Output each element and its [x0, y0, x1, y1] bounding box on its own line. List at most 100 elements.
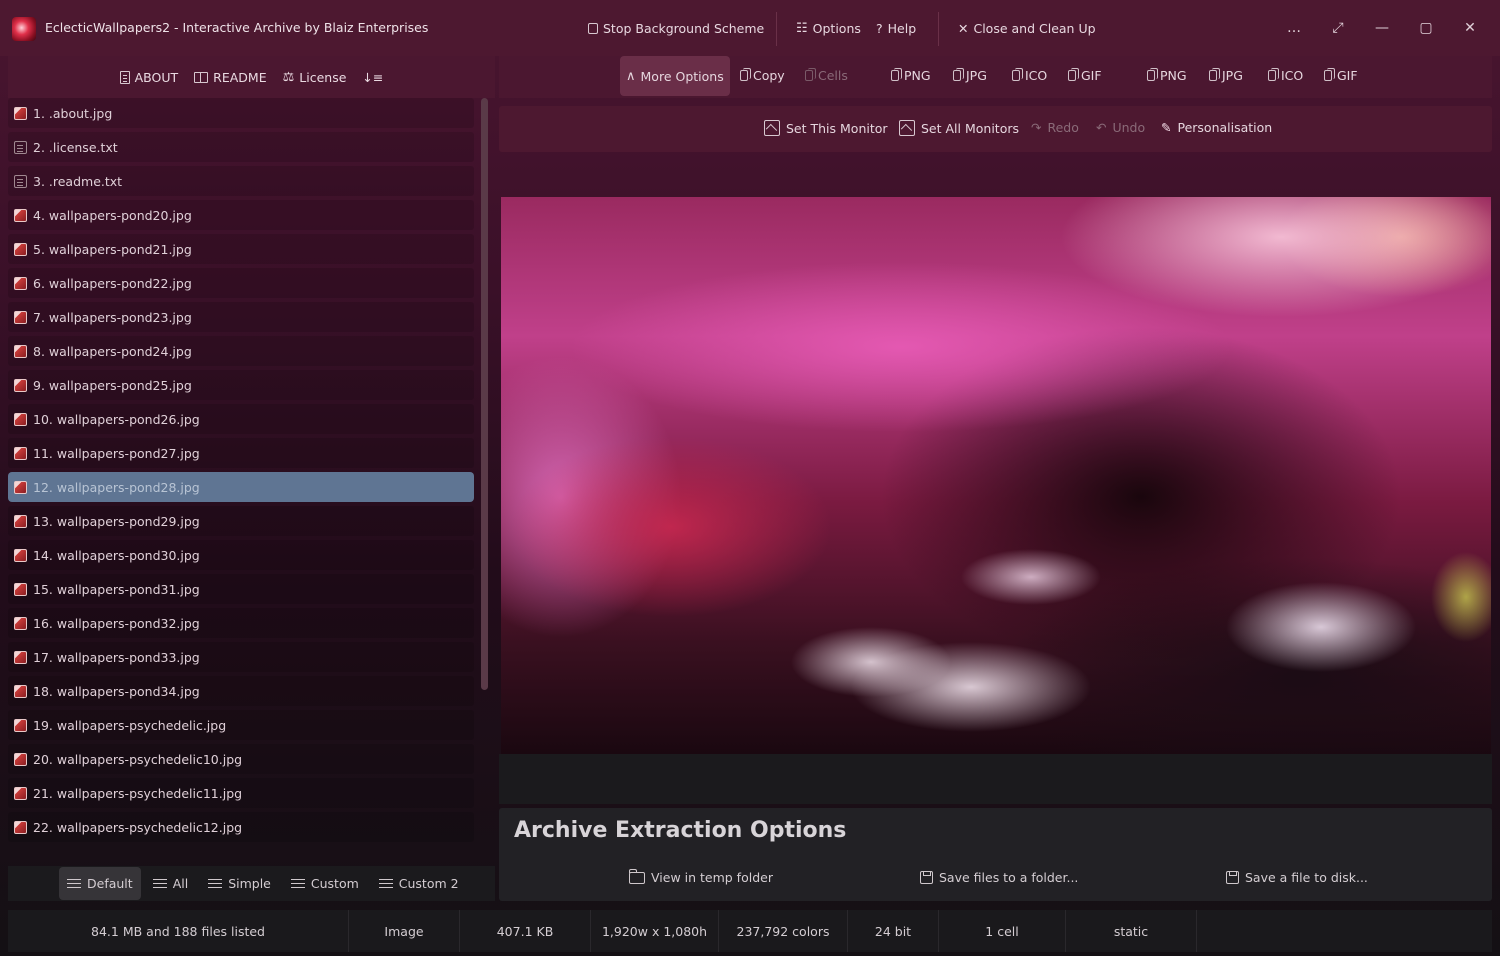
file-list-item[interactable]: 3. .readme.txt [8, 166, 474, 196]
file-list-item[interactable]: 12. wallpapers-pond28.jpg [8, 472, 474, 502]
file-list-item[interactable]: 5. wallpapers-pond21.jpg [8, 234, 474, 264]
save-files-to-folder-button[interactable]: Save files to a folder... [920, 870, 1078, 885]
file-list-item[interactable]: 14. wallpapers-pond30.jpg [8, 540, 474, 570]
maximize-icon[interactable]: ▢ [1414, 16, 1438, 40]
picture-icon [899, 120, 915, 136]
copy-icon [953, 68, 964, 81]
file-list-item[interactable]: 17. wallpapers-pond33.jpg [8, 642, 474, 672]
file-list-item[interactable]: 4. wallpapers-pond20.jpg [8, 200, 474, 230]
text-file-icon [14, 140, 27, 154]
file-list-item[interactable]: 11. wallpapers-pond27.jpg [8, 438, 474, 468]
status-dimensions: 1,920w x 1,080h [601, 923, 708, 939]
list-icon [67, 879, 81, 888]
personalisation-button[interactable]: ✎ Personalisation [1161, 120, 1272, 135]
view-in-temp-folder-button[interactable]: View in temp folder [629, 868, 773, 885]
file-list-item[interactable]: 15. wallpapers-pond31.jpg [8, 574, 474, 604]
image-file-icon [14, 718, 27, 732]
view-mode-bar: Default All Simple Custom Custom 2 [8, 866, 495, 901]
readme-button[interactable]: README [194, 70, 267, 85]
file-list: 1. .about.jpg 2. .license.txt 3. .readme.t… [8, 98, 474, 858]
status-bar: 84.1 MB and 188 files listed Image 407.1… [8, 910, 1492, 952]
file-list-item[interactable]: 22. wallpapers-psychedelic12.jpg [8, 812, 474, 842]
image-file-icon [14, 684, 27, 698]
file-list-item[interactable]: 19. wallpapers-psychedelic.jpg [8, 710, 474, 740]
file-list-item[interactable]: 21. wallpapers-psychedelic11.jpg [8, 778, 474, 808]
file-name-label: 18. wallpapers-pond34.jpg [33, 683, 200, 699]
status-colors: 237,792 colors [736, 923, 830, 939]
image-file-icon [14, 616, 27, 630]
extraction-title: Archive Extraction Options [514, 818, 847, 843]
file-name-label: 19. wallpapers-psychedelic.jpg [33, 717, 227, 733]
disk-icon [920, 871, 933, 884]
save-jpg-button[interactable]: JPG [1209, 68, 1243, 83]
checkbox-icon [588, 22, 598, 34]
file-list-item[interactable]: 1. .about.jpg [8, 98, 474, 128]
view-custom2-button[interactable]: Custom 2 [371, 867, 467, 900]
image-file-icon [14, 548, 27, 562]
file-name-label: 12. wallpapers-pond28.jpg [33, 479, 200, 495]
wallpaper-preview-image [501, 197, 1491, 754]
app-icon [12, 17, 36, 41]
undo-button[interactable]: ↶ Undo [1096, 120, 1145, 135]
about-button[interactable]: ABOUT [119, 70, 178, 85]
file-list-item[interactable]: 8. wallpapers-pond24.jpg [8, 336, 474, 366]
archive-extraction-panel: Archive Extraction Options View in temp … [499, 808, 1492, 901]
redo-icon: ↷ [1031, 120, 1042, 135]
file-list-item[interactable]: 2. .license.txt [8, 132, 474, 162]
file-list-item[interactable]: 9. wallpapers-pond25.jpg [8, 370, 474, 400]
more-menu-icon[interactable]: … [1282, 16, 1306, 40]
redo-button[interactable]: ↷ Redo [1031, 120, 1079, 135]
list-icon [208, 879, 223, 888]
file-list-item[interactable]: 16. wallpapers-pond32.jpg [8, 608, 474, 638]
cells-button[interactable]: Cells [805, 68, 848, 83]
file-list-item[interactable]: 20. wallpapers-psychedelic10.jpg [8, 744, 474, 774]
close-and-clean-up-button[interactable]: ✕ Close and Clean Up [958, 19, 1096, 37]
expand-icon[interactable]: ⤢ [1326, 16, 1350, 40]
chevron-up-icon: ∧ [626, 68, 636, 84]
minimize-icon[interactable]: — [1370, 16, 1394, 40]
set-all-monitors-button[interactable]: Set All Monitors [899, 120, 1019, 136]
status-bits: 24 bit [874, 923, 912, 939]
copy-gif-button[interactable]: GIF [1068, 68, 1102, 83]
sort-button[interactable]: ↓≡ [362, 70, 383, 85]
file-name-label: 13. wallpapers-pond29.jpg [33, 513, 200, 529]
save-gif-button[interactable]: GIF [1324, 68, 1358, 83]
wallpaper-action-bar: Set This Monitor Set All Monitors ↷ Redo… [499, 106, 1492, 152]
disk-icon [1226, 871, 1239, 884]
file-name-label: 4. wallpapers-pond20.jpg [33, 207, 192, 223]
more-options-button[interactable]: ∧ More Options [620, 56, 730, 96]
file-name-label: 16. wallpapers-pond32.jpg [33, 615, 200, 631]
file-list-item[interactable]: 6. wallpapers-pond22.jpg [8, 268, 474, 298]
stop-background-scheme-button[interactable]: Stop Background Scheme [588, 19, 764, 37]
save-ico-button[interactable]: ICO [1268, 68, 1303, 83]
view-custom-button[interactable]: Custom [283, 867, 367, 900]
save-file-to-disk-button[interactable]: Save a file to disk... [1226, 870, 1368, 885]
file-name-label: 11. wallpapers-pond27.jpg [33, 445, 200, 461]
options-button[interactable]: ☷ Options [796, 19, 861, 37]
file-list-item[interactable]: 10. wallpapers-pond26.jpg [8, 404, 474, 434]
file-list-item[interactable]: 13. wallpapers-pond29.jpg [8, 506, 474, 536]
file-name-label: 1. .about.jpg [33, 105, 113, 121]
copy-png-button[interactable]: PNG [891, 68, 931, 83]
copy-ico-button[interactable]: ICO [1012, 68, 1047, 83]
sort-icon: ↓≡ [362, 69, 384, 85]
file-list-item[interactable]: 7. wallpapers-pond23.jpg [8, 302, 474, 332]
file-list-item[interactable]: 18. wallpapers-pond34.jpg [8, 676, 474, 706]
copy-jpg-button[interactable]: JPG [953, 68, 987, 83]
view-simple-button[interactable]: Simple [200, 867, 279, 900]
status-summary: 84.1 MB and 188 files listed [91, 923, 265, 939]
save-png-button[interactable]: PNG [1147, 68, 1187, 83]
image-file-icon [14, 106, 27, 120]
copy-button[interactable]: Copy [740, 68, 785, 83]
title-bar: EclecticWallpapers2 - Interactive Archiv… [0, 0, 1500, 56]
file-list-scrollbar[interactable] [481, 98, 488, 690]
set-this-monitor-button[interactable]: Set This Monitor [764, 120, 888, 136]
image-file-icon [14, 752, 27, 766]
list-icon [290, 879, 305, 888]
view-default-button[interactable]: Default [59, 867, 141, 900]
window-close-icon[interactable]: ✕ [1458, 16, 1482, 40]
preview-footer [499, 754, 1492, 804]
help-button[interactable]: ? Help [876, 19, 916, 37]
license-button[interactable]: ⚖ License [283, 70, 347, 85]
view-all-button[interactable]: All [145, 867, 197, 900]
